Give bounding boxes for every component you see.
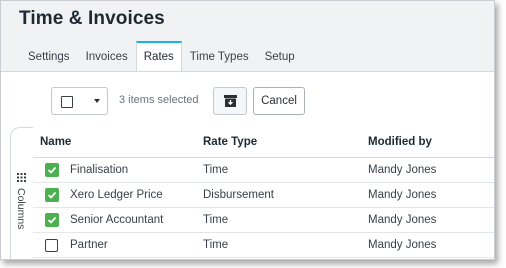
table-row[interactable]: Finalisation Time Mandy Jones	[33, 158, 494, 183]
tab-time-types[interactable]: Time Types	[182, 41, 257, 72]
row-checkbox-checked[interactable]	[45, 163, 59, 177]
column-header-name[interactable]: Name	[40, 136, 71, 148]
cell-rate-type: Disbursement	[203, 189, 274, 201]
row-checkbox-unchecked[interactable]	[45, 239, 58, 252]
tab-bar: Settings Invoices Rates Time Types Setup	[21, 41, 303, 72]
archive-icon	[224, 95, 237, 107]
column-header-rate-type[interactable]: Rate Type	[203, 136, 257, 148]
tab-settings[interactable]: Settings	[21, 41, 78, 72]
row-checkbox-checked[interactable]	[45, 213, 59, 227]
check-icon	[47, 216, 57, 224]
cell-name: Xero Ledger Price	[70, 189, 163, 201]
tab-rates[interactable]: Rates	[135, 41, 182, 72]
cell-rate-type: Time	[203, 214, 229, 226]
columns-label: Columns	[15, 188, 27, 230]
app-window: Time & Invoices Settings Invoices Rates …	[0, 0, 495, 260]
table-row[interactable]: Xero Ledger Price Disbursement Mandy Jon…	[33, 183, 494, 208]
cell-rate-type: Time	[203, 164, 229, 176]
selection-count: 3 items selected	[119, 94, 199, 106]
grid-icon	[17, 173, 26, 182]
archive-button[interactable]	[213, 87, 247, 115]
bulk-action-toolbar: 3 items selected Cancel	[1, 72, 494, 124]
cell-name: Partner	[70, 239, 108, 251]
check-icon	[47, 191, 57, 199]
table-row[interactable]: Partner Time Mandy Jones	[33, 233, 494, 258]
chevron-down-icon	[94, 99, 100, 103]
cell-modified-by: Mandy Jones	[368, 214, 437, 226]
table-row[interactable]: Senior Accountant Time Mandy Jones	[33, 208, 494, 233]
column-header-modified-by[interactable]: Modified by	[368, 136, 432, 148]
cell-modified-by: Mandy Jones	[368, 164, 437, 176]
cell-name: Finalisation	[70, 164, 129, 176]
cell-name: Senior Accountant	[70, 214, 164, 226]
cell-modified-by: Mandy Jones	[368, 239, 437, 251]
cell-rate-type: Time	[203, 239, 229, 251]
row-checkbox-checked[interactable]	[45, 188, 59, 202]
check-icon	[47, 166, 57, 174]
page-title: Time & Invoices	[19, 8, 165, 29]
tab-setup[interactable]: Setup	[257, 41, 303, 72]
rates-table: Name Rate Type Modified by Finalisation …	[33, 127, 494, 258]
cancel-button[interactable]: Cancel	[253, 87, 305, 115]
columns-panel-toggle[interactable]: Columns	[10, 127, 33, 259]
select-all-checkbox[interactable]	[61, 96, 73, 108]
tab-invoices[interactable]: Invoices	[78, 41, 136, 72]
cell-modified-by: Mandy Jones	[368, 189, 437, 201]
table-header: Name Rate Type Modified by	[33, 127, 494, 158]
select-all-dropdown[interactable]	[51, 87, 108, 115]
